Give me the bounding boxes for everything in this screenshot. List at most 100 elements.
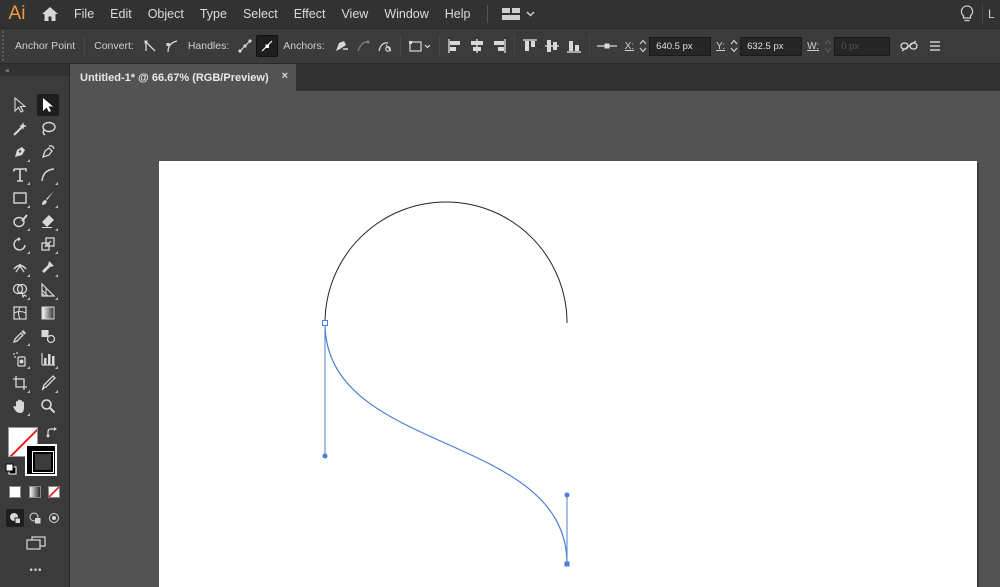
gradient-mode-icon[interactable]	[27, 484, 43, 500]
canvas-workspace[interactable]	[70, 91, 1000, 587]
home-icon[interactable]	[34, 0, 66, 28]
puppet-warp-tool-icon[interactable]	[37, 256, 59, 278]
x-input[interactable]: 640.5 px	[649, 36, 712, 56]
x-spinner-icon[interactable]	[637, 36, 649, 56]
draw-inside-icon[interactable]	[45, 509, 63, 527]
cut-path-icon[interactable]	[374, 35, 396, 57]
lasso-tool-icon[interactable]	[37, 118, 59, 140]
rectangle-tool-icon[interactable]	[9, 187, 31, 209]
document-tab[interactable]: Untitled-1* @ 66.67% (RGB/Preview) ×	[70, 64, 296, 91]
menu-select[interactable]: Select	[235, 0, 286, 28]
w-label: W:	[807, 40, 820, 52]
remove-anchor-icon[interactable]	[330, 35, 352, 57]
magic-wand-tool-icon[interactable]	[9, 118, 31, 140]
convert-label: Convert:	[94, 40, 134, 52]
w-input[interactable]: 0 px	[834, 36, 891, 56]
curvature-tool-icon[interactable]	[37, 141, 59, 163]
reference-point-icon[interactable]	[594, 35, 620, 57]
menu-view[interactable]: View	[333, 0, 376, 28]
width-tool-icon[interactable]	[9, 256, 31, 278]
type-tool-icon[interactable]	[9, 164, 31, 186]
x-label: X:	[624, 40, 635, 52]
scale-tool-icon[interactable]	[37, 233, 59, 255]
hand-tool-icon[interactable]	[9, 395, 31, 417]
artboard-tool-icon[interactable]	[9, 372, 31, 394]
paintbrush-tool-icon[interactable]	[37, 187, 59, 209]
arc-tool-icon[interactable]	[37, 164, 59, 186]
none-mode-icon[interactable]	[46, 484, 62, 500]
convert-to-corner-icon[interactable]	[139, 35, 161, 57]
zoom-tool-icon[interactable]	[37, 395, 59, 417]
symbol-sprayer-tool-icon[interactable]	[9, 348, 31, 370]
handle-point-start	[322, 453, 328, 459]
show-handles-icon[interactable]	[234, 35, 256, 57]
artboard[interactable]	[159, 161, 977, 587]
align-top-icon[interactable]	[519, 35, 541, 57]
menu-right: L	[952, 0, 1000, 28]
draw-normal-icon[interactable]	[6, 509, 24, 527]
align-right-icon[interactable]	[488, 35, 510, 57]
menu-type[interactable]: Type	[192, 0, 235, 28]
menu-help[interactable]: Help	[437, 0, 479, 28]
align-left-icon[interactable]	[444, 35, 466, 57]
divider	[84, 35, 86, 57]
convert-to-smooth-icon[interactable]	[161, 35, 183, 57]
shape-builder-tool-icon[interactable]	[9, 279, 31, 301]
mesh-tool-icon[interactable]	[9, 302, 31, 324]
y-input[interactable]: 632.5 px	[740, 36, 803, 56]
color-mode-icon[interactable]	[7, 484, 23, 500]
perspective-grid-tool-icon[interactable]	[37, 279, 59, 301]
align-vertical-center-icon[interactable]	[541, 35, 563, 57]
direct-selection-tool-icon[interactable]	[9, 94, 31, 116]
panel-menu-icon[interactable]	[924, 35, 946, 57]
panel-collapse[interactable]: «	[0, 64, 69, 76]
illustrator-window: Ai File Edit Object Type Select Effect V…	[0, 0, 1000, 587]
user-account[interactable]: L	[982, 4, 1000, 24]
y-spinner-icon[interactable]	[728, 36, 740, 56]
stroke-swatch[interactable]	[25, 444, 57, 476]
handles-label: Handles:	[187, 40, 230, 52]
layout-grid-icon	[501, 8, 520, 20]
blend-tool-icon[interactable]	[37, 325, 59, 347]
selected-curve-path	[324, 322, 568, 565]
current-tool-name[interactable]: Anchor Point	[10, 40, 80, 52]
w-field: 0 px	[822, 36, 891, 56]
hide-handles-icon[interactable]	[256, 35, 279, 57]
selection-tool-icon[interactable]	[37, 94, 59, 116]
draw-behind-icon[interactable]	[26, 509, 44, 527]
menu-object[interactable]: Object	[140, 0, 192, 28]
workspace-switcher[interactable]	[496, 8, 541, 20]
menu-window[interactable]: Window	[376, 0, 436, 28]
rotate-tool-icon[interactable]	[9, 233, 31, 255]
slice-tool-icon[interactable]	[37, 372, 59, 394]
control-bar-grip[interactable]	[2, 31, 10, 61]
transform-bounds-icon[interactable]	[405, 35, 435, 57]
gradient-tool-icon[interactable]	[37, 302, 59, 324]
x-field: 640.5 px	[637, 36, 712, 56]
pen-tool-icon[interactable]	[9, 141, 31, 163]
lightbulb-icon[interactable]	[952, 0, 982, 28]
swap-fill-stroke-icon[interactable]	[44, 426, 60, 440]
edit-toolbar-icon[interactable]: •••	[22, 564, 48, 578]
menu-file[interactable]: File	[66, 0, 102, 28]
artwork-layer[interactable]	[159, 161, 977, 587]
column-graph-tool-icon[interactable]	[37, 348, 59, 370]
align-bottom-icon[interactable]	[563, 35, 585, 57]
control-bar: Anchor Point Convert: Handles: Anchors:	[0, 28, 1000, 64]
menu-divider	[486, 5, 488, 23]
constrain-proportions-icon[interactable]	[898, 35, 920, 57]
default-fill-stroke-icon[interactable]	[4, 462, 18, 476]
shaper-tool-icon[interactable]	[9, 210, 31, 232]
close-icon[interactable]: ×	[282, 70, 288, 82]
align-horizontal-center-icon[interactable]	[466, 35, 488, 57]
anchors-label: Anchors:	[283, 40, 325, 52]
w-spinner-icon[interactable]	[822, 36, 834, 56]
eraser-tool-icon[interactable]	[37, 210, 59, 232]
connect-anchors-icon[interactable]	[352, 35, 374, 57]
anchor-point-end	[564, 561, 570, 567]
eyedropper-tool-icon[interactable]	[9, 325, 31, 347]
menu-effect[interactable]: Effect	[286, 0, 334, 28]
menu-edit[interactable]: Edit	[102, 0, 140, 28]
chevron-down-icon	[525, 11, 535, 17]
screen-mode-icon[interactable]	[24, 534, 48, 552]
